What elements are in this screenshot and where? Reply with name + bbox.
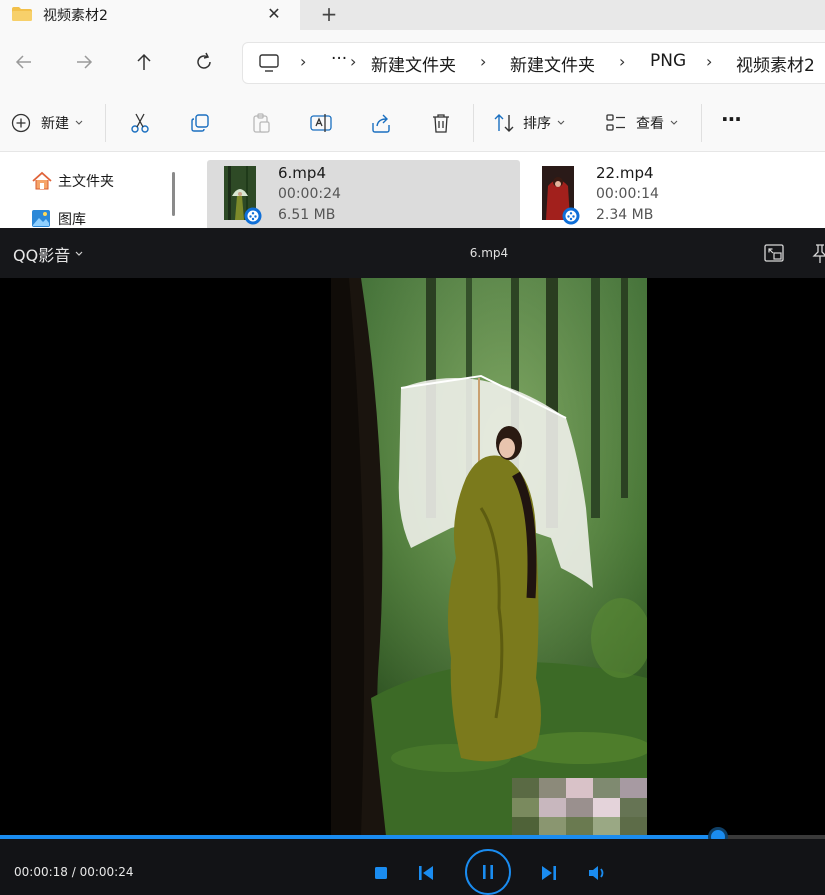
up-arrow-icon[interactable] — [132, 50, 156, 74]
file-list: 6.mp4 00:00:24 6.51 MB 22.mp4 00:00:14 2… — [185, 152, 825, 228]
breadcrumb-more[interactable]: ··· — [331, 49, 347, 69]
player-title-wrap: 6.mp4 — [0, 246, 825, 260]
breadcrumb-separator: › — [619, 52, 626, 71]
gallery-icon — [32, 210, 50, 227]
folder-icon — [12, 7, 32, 21]
file-duration: 00:00:24 — [278, 186, 341, 202]
view-list-icon — [606, 114, 625, 131]
qq-player-badge-icon — [244, 207, 262, 225]
this-pc-icon — [259, 54, 279, 72]
back-arrow-icon[interactable] — [12, 50, 36, 74]
sort-icon — [494, 114, 514, 132]
command-toolbar: 新建 排序 查看 ··· — [0, 94, 825, 152]
tab-title: 视频素材2 — [43, 8, 108, 24]
sort-button[interactable]: 排序 — [492, 111, 567, 135]
total-time: 00:00:24 — [79, 865, 134, 879]
player-title-bar: QQ影音 6.mp4 — [0, 228, 825, 278]
player-title: 6.mp4 — [469, 246, 509, 260]
breadcrumb-separator: › — [706, 52, 713, 71]
time-separator: / — [67, 865, 80, 879]
file-name: 22.mp4 — [596, 164, 654, 182]
sidebar-item-label: 图库 — [58, 212, 86, 228]
cut-icon[interactable] — [128, 111, 152, 135]
toolbar-divider — [105, 104, 106, 142]
sidebar-item-gallery[interactable]: 图库 — [31, 208, 86, 228]
next-icon[interactable] — [538, 862, 560, 884]
close-tab-icon[interactable]: ✕ — [266, 4, 282, 23]
chevron-down-icon — [670, 120, 678, 125]
tab-active[interactable]: 视频素材2 ✕ — [0, 0, 300, 30]
video-player-window: QQ影音 6.mp4 00:00:18 / 00:00:24 — [0, 228, 825, 895]
rename-icon[interactable] — [309, 111, 333, 135]
refresh-icon[interactable] — [192, 50, 216, 74]
chevron-down-icon — [75, 120, 83, 125]
file-size: 6.51 MB — [278, 207, 336, 223]
delete-icon[interactable] — [429, 111, 453, 135]
forward-arrow-icon[interactable] — [72, 50, 96, 74]
mini-mode-icon[interactable] — [763, 242, 785, 264]
copy-icon[interactable] — [188, 111, 212, 135]
new-button-label: 新建 — [41, 116, 69, 132]
breadcrumb-item[interactable]: 新建文件夹 — [371, 51, 456, 76]
share-icon[interactable] — [369, 111, 393, 135]
pin-icon[interactable] — [808, 242, 825, 264]
chevron-down-icon — [557, 120, 565, 125]
file-item-22-mp4[interactable]: 22.mp4 00:00:14 2.34 MB — [525, 160, 825, 228]
breadcrumb-item-current[interactable]: 视频素材2 — [736, 51, 815, 76]
file-item-6-mp4[interactable]: 6.mp4 00:00:24 6.51 MB — [207, 160, 520, 228]
tab-bar: 视频素材2 ✕ + — [0, 0, 825, 30]
file-name: 6.mp4 — [278, 164, 326, 182]
view-button-label: 查看 — [636, 116, 664, 132]
file-duration: 00:00:14 — [596, 186, 659, 202]
toolbar-divider — [473, 104, 474, 142]
stop-icon[interactable] — [370, 862, 392, 884]
address-bar[interactable]: › ··· › 新建文件夹 › 新建文件夹 › PNG › 视频素材2 — [242, 42, 825, 84]
file-explorer-window: 视频素材2 ✕ + › ··· › 新建文件夹 › 新建文件夹 › PNG › … — [0, 0, 825, 228]
more-options-button[interactable]: ··· — [721, 107, 742, 131]
new-tab-button[interactable]: + — [318, 1, 340, 27]
pause-button[interactable] — [465, 849, 511, 895]
pause-icon — [483, 865, 493, 879]
sidebar-item-label: 主文件夹 — [58, 174, 114, 190]
view-button[interactable]: 查看 — [604, 111, 680, 135]
current-time: 00:00:18 — [14, 865, 68, 879]
breadcrumb-separator: › — [300, 52, 307, 71]
breadcrumb-separator: › — [350, 52, 357, 71]
sidebar-item-home[interactable]: 主文件夹 — [31, 170, 114, 192]
plus-circle-icon — [11, 113, 31, 133]
volume-icon[interactable] — [586, 862, 608, 884]
qq-player-badge-icon — [562, 207, 580, 225]
player-controls: 00:00:18 / 00:00:24 — [0, 839, 825, 895]
previous-icon[interactable] — [415, 862, 437, 884]
sidebar-scrollbar[interactable] — [172, 172, 175, 216]
toolbar-divider — [701, 104, 702, 142]
new-button[interactable]: 新建 — [11, 111, 85, 135]
breadcrumb-item[interactable]: 新建文件夹 — [510, 51, 595, 76]
paste-icon[interactable] — [249, 111, 273, 135]
home-icon — [32, 171, 52, 190]
navigation-pane: 主文件夹 图库 — [0, 152, 185, 228]
video-frame[interactable] — [331, 278, 647, 836]
breadcrumb-separator: › — [480, 52, 487, 71]
time-display: 00:00:18 / 00:00:24 — [14, 865, 133, 879]
file-size: 2.34 MB — [596, 207, 654, 223]
breadcrumb-item[interactable]: PNG — [650, 51, 686, 71]
navigation-bar: › ··· › 新建文件夹 › 新建文件夹 › PNG › 视频素材2 — [0, 30, 825, 94]
sort-button-label: 排序 — [523, 116, 551, 132]
